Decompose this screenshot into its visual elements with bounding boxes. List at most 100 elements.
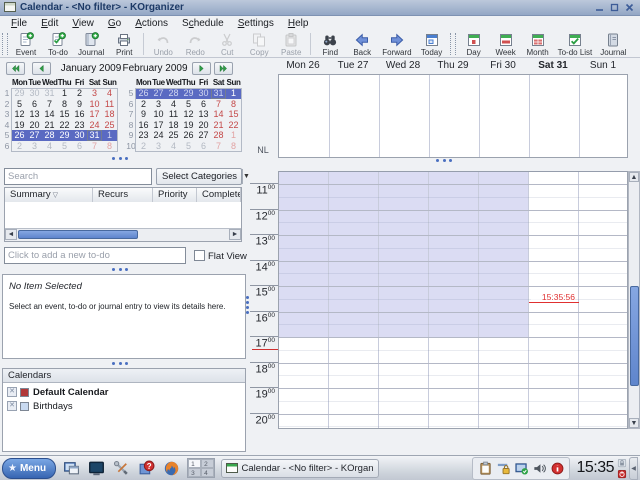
scroll-down-arrow[interactable]: ▼	[629, 418, 639, 428]
date-cell[interactable]: 5	[181, 99, 196, 110]
date-cell[interactable]: 11	[102, 99, 117, 110]
week-number[interactable]: 6	[126, 99, 136, 110]
date-cell[interactable]: 16	[136, 120, 151, 131]
back-button[interactable]: Back	[346, 31, 378, 57]
day-header-thu-29[interactable]: Thu 29	[437, 60, 468, 72]
week-number[interactable]: 3	[2, 109, 12, 120]
week-button[interactable]: Week	[490, 31, 522, 57]
date-cell[interactable]: 27	[27, 130, 42, 141]
pager-desktop-3[interactable]: 3	[188, 468, 201, 477]
date-cell[interactable]: 28	[211, 130, 226, 141]
date-cell[interactable]: 29	[181, 88, 196, 99]
date-cell[interactable]: 23	[72, 120, 87, 131]
event-button[interactable]: Event	[10, 31, 42, 57]
day-header-sun-1[interactable]: Sun 1	[590, 60, 616, 72]
day-header-tue-27[interactable]: Tue 27	[338, 60, 369, 72]
date-cell[interactable]: 8	[226, 99, 241, 110]
date-cell[interactable]: 14	[211, 109, 226, 120]
week-number[interactable]: 9	[126, 130, 136, 141]
scrollbar-thumb[interactable]	[630, 286, 639, 386]
month-button[interactable]: Month	[522, 31, 554, 57]
search-input[interactable]	[4, 168, 152, 185]
week-number[interactable]: 6	[2, 141, 12, 152]
pager-desktop-2[interactable]: 2	[201, 459, 214, 468]
week-number[interactable]: 1	[2, 88, 12, 99]
date-cell[interactable]: 11	[166, 109, 181, 120]
to-do-button[interactable]: To-do	[42, 31, 74, 57]
select-categories-button[interactable]: Select Categories ▼	[156, 168, 242, 185]
week-number[interactable]: 8	[126, 120, 136, 131]
date-cell-today[interactable]: 31	[87, 130, 102, 141]
calendar-list-item[interactable]: ✕Default Calendar	[3, 386, 245, 398]
calendar-checkbox[interactable]: ✕	[7, 387, 17, 397]
next-month-button[interactable]	[192, 62, 211, 75]
date-cell[interactable]: 23	[136, 130, 151, 141]
mini-calendar-title[interactable]: January 2009	[58, 63, 124, 74]
date-cell[interactable]: 24	[87, 120, 102, 131]
tray-locked-window-icon[interactable]	[495, 460, 511, 476]
date-cell[interactable]: 16	[72, 109, 87, 120]
date-cell[interactable]: 4	[166, 99, 181, 110]
splitter-handle[interactable]	[112, 157, 128, 161]
to-do-list-button[interactable]: To-do List	[554, 31, 597, 57]
agenda-grid[interactable]: 15:35:56	[278, 171, 628, 429]
date-cell[interactable]: 3	[87, 88, 102, 99]
maximize-button[interactable]	[608, 2, 621, 13]
date-cell[interactable]: 2	[12, 141, 27, 152]
todo-column-complete[interactable]: Complete	[197, 188, 241, 202]
date-cell[interactable]: 4	[42, 141, 57, 152]
date-cell[interactable]: 2	[72, 88, 87, 99]
date-cell[interactable]: 4	[102, 88, 117, 99]
date-cell[interactable]: 2	[136, 141, 151, 152]
taskbar-task-korganizer[interactable]: Calendar - <No filter> - KOrganiz	[221, 459, 379, 478]
quicklaunch-system-tools-icon[interactable]	[111, 458, 131, 478]
scroll-left-arrow[interactable]: ◄	[5, 229, 17, 240]
date-cell[interactable]: 30	[196, 88, 211, 99]
date-cell[interactable]: 1	[226, 88, 241, 99]
date-cell[interactable]: 5	[12, 99, 27, 110]
tray-notification-icon[interactable]	[549, 460, 565, 476]
date-cell[interactable]: 31	[42, 88, 57, 99]
date-cell[interactable]: 3	[27, 141, 42, 152]
date-cell[interactable]: 5	[57, 141, 72, 152]
date-cell[interactable]: 3	[151, 99, 166, 110]
quicklaunch-firefox-icon[interactable]	[161, 458, 181, 478]
date-cell[interactable]: 7	[42, 99, 57, 110]
week-number[interactable]: 5	[126, 88, 136, 99]
lock-icon-button[interactable]	[617, 458, 627, 468]
date-cell-today[interactable]: 31	[211, 88, 226, 99]
week-number[interactable]: 7	[126, 109, 136, 120]
allday-area[interactable]	[278, 74, 628, 158]
todo-column-priority[interactable]: Priority	[153, 188, 197, 202]
scrollbar-thumb[interactable]	[18, 230, 138, 239]
date-cell[interactable]: 19	[181, 120, 196, 131]
date-cell[interactable]: 29	[12, 88, 27, 99]
date-cell[interactable]: 6	[72, 141, 87, 152]
splitter-handle[interactable]	[436, 159, 452, 163]
date-cell[interactable]: 17	[87, 109, 102, 120]
date-cell[interactable]: 22	[57, 120, 72, 131]
kde-menu-button[interactable]: ★ Menu	[2, 458, 56, 479]
date-cell[interactable]: 15	[57, 109, 72, 120]
date-cell[interactable]: 1	[226, 130, 241, 141]
date-cell[interactable]: 20	[196, 120, 211, 131]
date-cell[interactable]: 28	[42, 130, 57, 141]
day-header-mon-26[interactable]: Mon 26	[286, 60, 319, 72]
prev-month-button[interactable]	[32, 62, 51, 75]
week-number[interactable]: 2	[2, 99, 12, 110]
date-cell[interactable]: 7	[211, 141, 226, 152]
quicklaunch-show-desktop-icon[interactable]	[61, 458, 81, 478]
date-cell[interactable]: 9	[72, 99, 87, 110]
date-cell[interactable]: 17	[151, 120, 166, 131]
date-cell[interactable]: 12	[12, 109, 27, 120]
splitter-handle[interactable]	[112, 362, 128, 366]
date-cell[interactable]: 27	[196, 130, 211, 141]
date-cell[interactable]: 26	[136, 88, 151, 99]
menu-schedule[interactable]: Schedule	[175, 18, 231, 29]
menu-actions[interactable]: Actions	[128, 18, 175, 29]
tray-network-monitor-icon[interactable]	[513, 460, 529, 476]
week-number[interactable]: 10	[126, 141, 136, 152]
mini-calendar-title[interactable]: February 2009	[122, 63, 188, 74]
new-todo-input[interactable]	[4, 247, 186, 264]
date-cell[interactable]: 14	[42, 109, 57, 120]
